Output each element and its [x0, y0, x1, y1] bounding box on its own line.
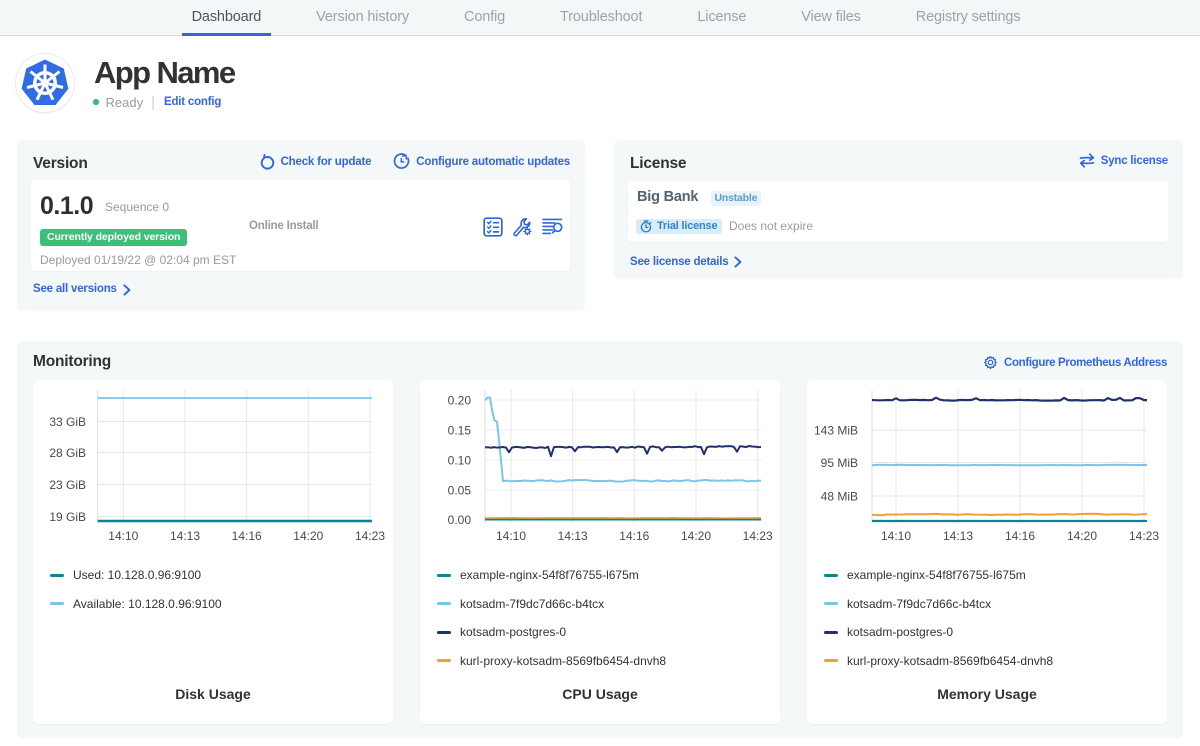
svg-text:143 MiB: 143 MiB [814, 424, 858, 438]
svg-text:14:16: 14:16 [1005, 529, 1035, 543]
svg-text:14:16: 14:16 [619, 529, 649, 543]
svg-text:14:20: 14:20 [681, 529, 711, 543]
svg-text:14:20: 14:20 [293, 529, 323, 543]
svg-text:0.15: 0.15 [448, 424, 472, 438]
svg-text:14:13: 14:13 [170, 529, 200, 543]
svg-text:14:10: 14:10 [881, 529, 911, 543]
svg-text:28 GiB: 28 GiB [49, 446, 86, 460]
svg-text:48 MiB: 48 MiB [821, 490, 858, 504]
svg-text:0.00: 0.00 [448, 513, 472, 527]
svg-text:14:23: 14:23 [1129, 529, 1159, 543]
svg-text:14:10: 14:10 [108, 529, 138, 543]
svg-text:14:20: 14:20 [1067, 529, 1097, 543]
svg-text:14:23: 14:23 [355, 529, 385, 543]
svg-text:19 GiB: 19 GiB [49, 510, 86, 524]
svg-text:14:16: 14:16 [232, 529, 262, 543]
svg-text:23 GiB: 23 GiB [49, 478, 86, 492]
svg-text:33 GiB: 33 GiB [49, 415, 86, 429]
svg-text:14:13: 14:13 [558, 529, 588, 543]
svg-text:14:23: 14:23 [743, 529, 773, 543]
svg-text:14:10: 14:10 [496, 529, 526, 543]
svg-text:14:13: 14:13 [943, 529, 973, 543]
svg-text:95 MiB: 95 MiB [821, 456, 858, 470]
svg-text:0.10: 0.10 [448, 454, 472, 468]
svg-text:0.05: 0.05 [448, 484, 472, 498]
svg-text:0.20: 0.20 [448, 394, 472, 408]
